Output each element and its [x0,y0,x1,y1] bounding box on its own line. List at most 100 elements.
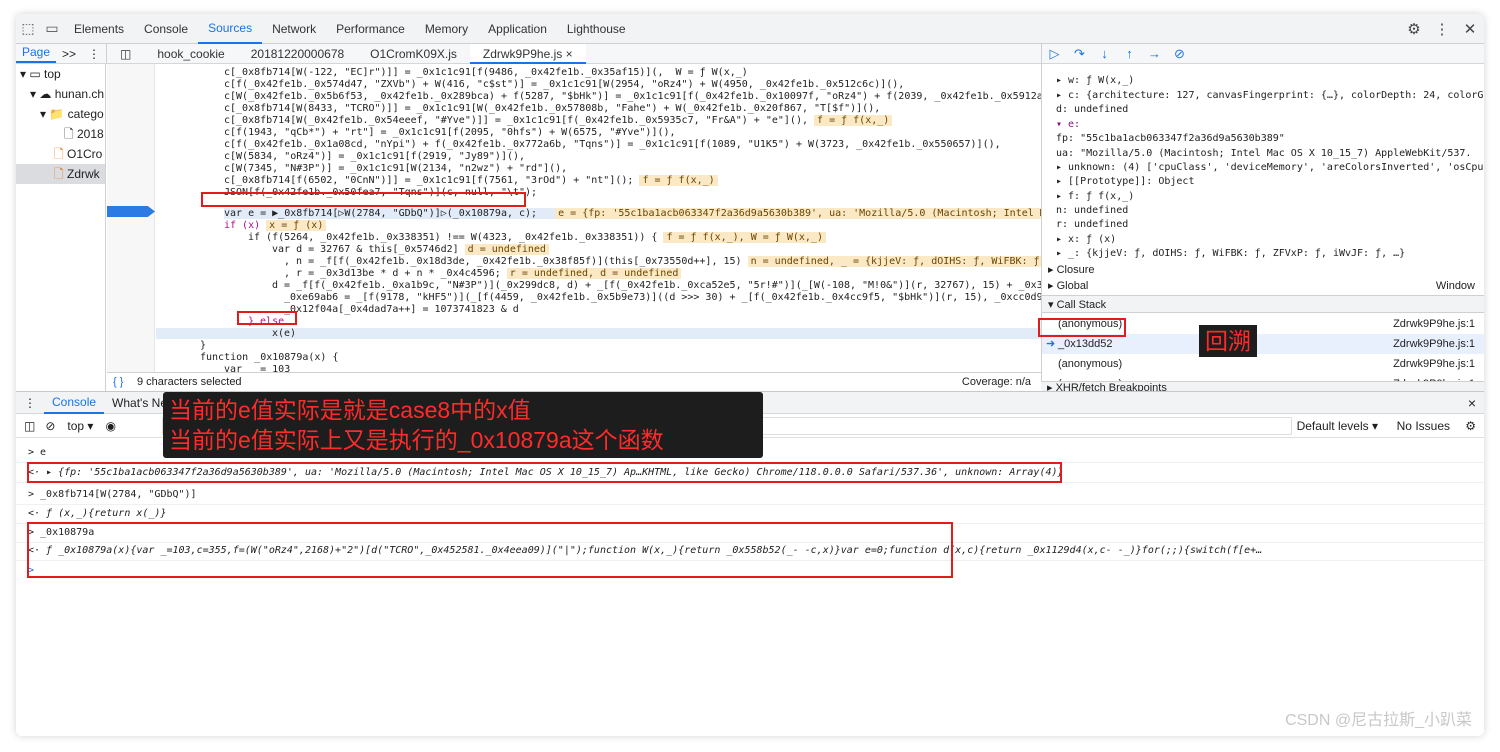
deactivate-breakpoints-icon[interactable]: ⊘ [1167,46,1192,62]
code-line: _0xe69ab6 = _[f(9178, "kHF5")](_[f(4459,… [284,292,1041,303]
console-result-row[interactable]: <· ▸ {fp: '55c1ba1acb063347f2a36d9a5630b… [16,464,1484,483]
scope-prop[interactable]: ▸ [[Prototype]]: Object [1056,175,1194,189]
scope-var[interactable]: ▾ e: [1056,118,1080,132]
line-gutter[interactable] [107,64,155,372]
inline-value: f = ƒ f(x,_), W = ƒ W(x,_) [663,232,826,243]
code-line: d = _f[f(_0x42fe1b._0xa1b9c, "N#3P")](_0… [272,280,1041,291]
coverage-info: Coverage: n/a [961,376,1031,388]
console-result-row[interactable]: <· ƒ (x,_){return x(_)} [16,505,1484,524]
code-line: c[_0x8fb714[W(_0x42fe1b._0x54eeef, "#Yve… [224,115,893,126]
code-line-selected: x(e) [156,328,1041,339]
tab-elements[interactable]: Elements [64,14,134,44]
call-frame[interactable]: (anonymous)Zdrwk9P9he.js:1 [1042,314,1484,334]
tab-network[interactable]: Network [262,14,326,44]
step-icon[interactable]: → [1142,46,1167,61]
scope-prop: fp: "55c1ba1acb063347f2a36d9a5630b389" [1056,133,1285,144]
console-input-row: > _0x10879a [16,524,1484,543]
scope-var[interactable]: ▸ w: ƒ W(x,_) [1056,74,1134,88]
drawer-menu-icon[interactable]: ⋮ [16,392,44,414]
levels-select[interactable]: Default levels ▾ [1297,419,1378,433]
scope-prop: ua: "Mozilla/5.0 (Macintosh; Intel Mac O… [1056,148,1472,159]
close-icon[interactable]: ✕ [1456,20,1484,38]
resume-icon[interactable]: ▷ [1042,46,1067,62]
device-icon[interactable]: ▭ [40,14,64,44]
tree-item-folder[interactable]: ▾ 📁 catego [16,104,105,124]
devtools-window: ⬚ ▭ Elements Console Sources Network Per… [16,14,1484,736]
file-tab[interactable]: O1CromK09X.js [357,47,470,61]
scope-var[interactable]: ▸ c: {architecture: 127, canvasFingerpri… [1056,89,1484,103]
scope-var[interactable]: ▸ f: ƒ f(x,_) [1056,190,1134,204]
tree-item-file[interactable]: 🗋 O1Cro [16,144,105,164]
call-stack-header[interactable]: ▾ Call Stack [1042,295,1484,313]
tree-item-domain[interactable]: ▾ ☁ hunan.ch [16,84,105,104]
global-section[interactable]: ▸ Global Window [1042,277,1484,295]
toggle-navigator-icon[interactable]: ◫ [107,47,144,61]
code-line: function _0x10879a(x) { [200,352,339,363]
watermark: CSDN @尼古拉斯_小趴菜 [1285,712,1472,729]
close-drawer-icon[interactable]: × [1468,395,1476,411]
inline-value: f = ƒ f(x,_) [639,175,718,186]
code-line: if (x) x = ƒ (x) [224,220,327,231]
eye-icon[interactable]: ◉ [105,419,115,433]
file-tab-active[interactable]: Zdrwk9P9he.js × [469,43,586,64]
inspect-icon[interactable]: ⬚ [16,14,40,44]
kebab-icon[interactable]: ⋮ [82,47,106,61]
step-out-icon[interactable]: ↑ [1117,46,1142,61]
pretty-print-icon[interactable]: { } [113,373,123,391]
tab-performance[interactable]: Performance [326,14,415,44]
console-result-row[interactable]: <· ƒ _0x10879a(x){var _=103,c=355,f=(W("… [16,542,1484,561]
code-line: JSON[f(_0x42fe1b._0x50fea7, "Tqns")](c, … [224,187,538,198]
arrow-right-icon: ➜ [1046,338,1056,350]
more-tabs-button[interactable]: >> [56,47,82,61]
tree-label: catego [67,107,104,121]
close-tab-icon[interactable]: × [566,47,573,61]
tab-lighthouse[interactable]: Lighthouse [557,14,636,44]
console-prompt[interactable]: > [16,562,1484,581]
file-tab-label: Zdrwk9P9he.js [482,46,563,61]
code-line: c[_0x8fb714[f(6502, "0CnN")]] = _0x1c1c9… [224,175,718,186]
code-line: c[_0x8fb714[W(8433, "TCRO")]] = _0x1c1c9… [224,103,881,114]
scope-var[interactable]: ▸ x: ƒ (x) [1056,233,1116,247]
tab-memory[interactable]: Memory [415,14,478,44]
issues-button[interactable]: No Issues [1397,419,1450,433]
tree-item-file[interactable]: 🗋 2018 [16,124,105,144]
tab-page[interactable]: Page [16,44,57,63]
annotation-note: 当前的e值实际是就是case8中的x值 当前的e值实际上又是执行的_0x1087… [163,392,763,458]
annotation-line-1: 当前的e值实际是就是case8中的x值 [169,397,531,423]
paused-expression: var e = ▶_0x8fb714[▷W(2784, "GDbQ")]▷(_0… [224,208,538,219]
global-label: ▸ Global [1048,280,1089,292]
sidebar-toggle-icon[interactable]: ◫ [24,419,35,433]
tree-item-top[interactable]: ▾ ▭ top [16,64,105,84]
scope-prop[interactable]: ▸ unknown: (4) ['cpuClass', 'deviceMemor… [1056,161,1483,175]
breakpoint-marker[interactable] [107,206,155,217]
tab-console[interactable]: Console [134,14,198,44]
selected-text: x(e) [272,328,297,339]
code-line: var _ = 103 [224,364,291,372]
tree-label: O1Cro [67,147,103,161]
call-frame-selected[interactable]: ➜ _0x13dd52 Zdrwk9P9he.js:1 [1042,334,1484,354]
inline-value: x = ƒ (x) [266,220,327,231]
tab-sources[interactable]: Sources [198,14,263,44]
gear-icon[interactable]: ⚙ [1400,20,1428,38]
tree-item-file-selected[interactable]: 🗋 Zdrwk [16,164,105,184]
context-select[interactable]: top ▾ [67,419,93,433]
console-input-row: > _0x8fb714[W(2784, "GDbQ")] [16,486,1484,505]
scope-var: r: undefined [1056,219,1129,230]
code-editor[interactable]: c[_0x8fb714[W(-122, "EC]r")]] = _0x1c1c9… [156,64,1041,372]
file-tab[interactable]: 20181220000678 [238,47,357,61]
step-into-icon[interactable]: ↓ [1092,46,1117,61]
gear-icon[interactable]: ⚙ [1465,419,1476,433]
scope-var[interactable]: ▸ _: {kjjeV: ƒ, dOIHS: ƒ, WiFBK: ƒ, ZFVx… [1056,247,1405,261]
step-over-icon[interactable]: ↷ [1067,46,1092,62]
inline-value: n = undefined, _ = {kjjeV: ƒ, dOIHS: ƒ, … [747,256,1041,267]
tab-application[interactable]: Application [478,14,557,44]
call-frame[interactable]: (anonymous)Zdrwk9P9he.js:1 [1042,354,1484,374]
code-line: c[W(_0x42fe1b._0x5b6f53, _0x42fe1b._0x28… [224,91,1041,102]
code-line: if (f(5264, _0x42fe1b._0x338351) !== W(4… [248,232,826,243]
source-status-bar: { } 9 characters selected Coverage: n/a [107,372,1041,391]
tab-console-drawer[interactable]: Console [44,392,105,414]
file-tab[interactable]: hook_cookie [144,47,237,61]
annotation-backtrack: 回溯 [1199,325,1257,357]
kebab-icon[interactable]: ⋮ [1428,20,1456,38]
clear-console-icon[interactable]: ⊘ [45,419,55,433]
